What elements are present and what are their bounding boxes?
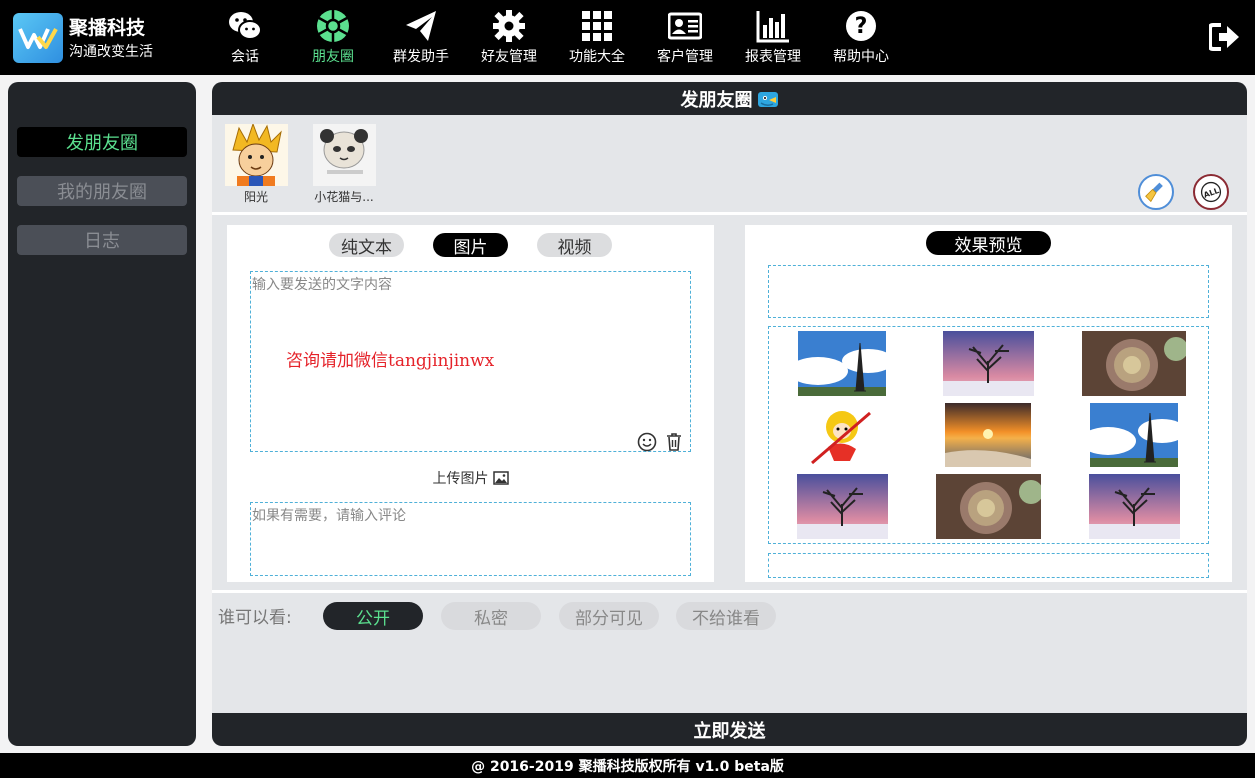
preview-title: 效果预览 (926, 231, 1051, 256)
post-text-input[interactable]: 输入要发送的文字内容 咨询请加微信tangjinjinwx (250, 271, 691, 452)
logout-icon[interactable] (1208, 22, 1241, 52)
nav-reports[interactable]: 报表管理 (745, 8, 801, 68)
nav-help[interactable]: ? 帮助中心 (833, 8, 889, 68)
image-icon (492, 471, 509, 485)
visibility-selector: 谁可以看: 公开 私密 部分可见 不给谁看 (212, 590, 1247, 713)
friend-name: 阳光 (243, 190, 268, 204)
friend-name: 小花猫与... (314, 190, 374, 204)
brand-subtitle: 沟通改变生活 (69, 44, 153, 60)
preview-image[interactable] (936, 474, 1041, 539)
sidebar-item-post-moments[interactable]: 发朋友圈 (17, 127, 187, 157)
sidebar-item-log[interactable]: 日志 (17, 225, 187, 255)
footer-copyright: @ 2016-2019 聚播科技版权所有 v1.0 beta版 (0, 753, 1255, 778)
bird-icon (757, 89, 779, 109)
brand-logo-icon (13, 13, 63, 63)
preview-image[interactable] (806, 403, 876, 468)
send-plane-icon (402, 8, 440, 44)
comment-input[interactable]: 如果有需要，请输入评论 (250, 502, 691, 576)
tab-video[interactable]: 视频 (537, 233, 612, 258)
send-now-button[interactable]: 立即发送 (212, 713, 1247, 746)
nav-mass-send[interactable]: 群发助手 (393, 8, 449, 68)
watermark-text: 咨询请加微信tangjinjinwx (286, 351, 495, 371)
trash-icon[interactable] (664, 432, 684, 452)
nav-mass-send-label: 群发助手 (393, 49, 449, 65)
preview-panel: 效果预览 (745, 225, 1232, 582)
avatar (312, 124, 376, 186)
main-panel: 发朋友圈 阳光 小花猫与... ALL 纯文本 图片 视频 输入要发送的文字内容… (212, 82, 1247, 746)
broom-icon[interactable] (1138, 174, 1174, 210)
tab-plain-text[interactable]: 纯文本 (329, 233, 404, 258)
page-title-bar: 发朋友圈 (212, 82, 1247, 115)
preview-image[interactable] (943, 331, 1034, 396)
upload-image-button[interactable]: 上传图片 (227, 468, 714, 488)
comment-placeholder: 如果有需要，请输入评论 (252, 508, 406, 524)
wechat-icon (226, 8, 264, 44)
id-card-icon (666, 8, 704, 44)
upload-image-label: 上传图片 (432, 471, 489, 487)
nav-chat[interactable]: 会话 (226, 8, 264, 68)
nav-chat-label: 会话 (231, 49, 259, 65)
preview-image[interactable] (1089, 474, 1180, 539)
content-type-tabs: 纯文本 图片 视频 (227, 233, 714, 258)
preview-image[interactable] (797, 474, 888, 539)
preview-comment-area (768, 553, 1209, 578)
page-title: 发朋友圈 (680, 89, 753, 111)
grid-icon (578, 8, 616, 44)
tab-image[interactable]: 图片 (433, 233, 508, 258)
preview-image[interactable] (1090, 403, 1178, 467)
friend-item[interactable]: 阳光 (224, 124, 288, 205)
visibility-label: 谁可以看: (218, 608, 292, 628)
gear-icon (490, 8, 528, 44)
moments-icon (314, 8, 352, 44)
select-all-icon[interactable]: ALL (1193, 174, 1229, 210)
nav-moments-label: 朋友圈 (312, 49, 354, 65)
avatar (224, 124, 288, 186)
nav-features[interactable]: 功能大全 (569, 8, 625, 68)
preview-image[interactable] (1082, 331, 1186, 396)
visibility-exclude[interactable]: 不给谁看 (676, 602, 776, 630)
svg-text:ALL: ALL (1202, 186, 1220, 200)
top-bar: 聚播科技 沟通改变生活 会话 朋友圈 群发助手 好友管理 功能大全 客户管理 报… (0, 0, 1255, 75)
friend-item[interactable]: 小花猫与... (312, 124, 376, 205)
brand-title: 聚播科技 (69, 17, 146, 39)
preview-text-area (768, 265, 1209, 318)
visibility-partial[interactable]: 部分可见 (559, 602, 659, 630)
nav-help-label: 帮助中心 (833, 49, 889, 65)
visibility-private[interactable]: 私密 (441, 602, 541, 630)
nav-customer-manage-label: 客户管理 (657, 49, 713, 65)
bar-chart-icon (754, 8, 792, 44)
nav-customer-manage[interactable]: 客户管理 (657, 8, 713, 68)
nav-moments[interactable]: 朋友圈 (312, 8, 354, 68)
post-text-placeholder: 输入要发送的文字内容 (252, 277, 392, 293)
help-icon: ? (842, 8, 880, 44)
preview-image[interactable] (945, 403, 1031, 467)
emoji-icon[interactable] (637, 432, 657, 452)
nav-reports-label: 报表管理 (745, 49, 801, 65)
visibility-public[interactable]: 公开 (323, 602, 423, 630)
preview-image[interactable] (798, 331, 886, 396)
sidebar: 发朋友圈 我的朋友圈 日志 (8, 82, 196, 746)
friend-selection-bar: 阳光 小花猫与... ALL (212, 115, 1247, 215)
svg-text:?: ? (855, 14, 868, 39)
nav-features-label: 功能大全 (569, 49, 625, 65)
nav-friend-manage-label: 好友管理 (481, 49, 537, 65)
post-editor: 纯文本 图片 视频 输入要发送的文字内容 咨询请加微信tangjinjinwx … (227, 225, 714, 582)
nav-friend-manage[interactable]: 好友管理 (481, 8, 537, 68)
sidebar-item-my-moments[interactable]: 我的朋友圈 (17, 176, 187, 206)
preview-image-grid (768, 326, 1209, 544)
